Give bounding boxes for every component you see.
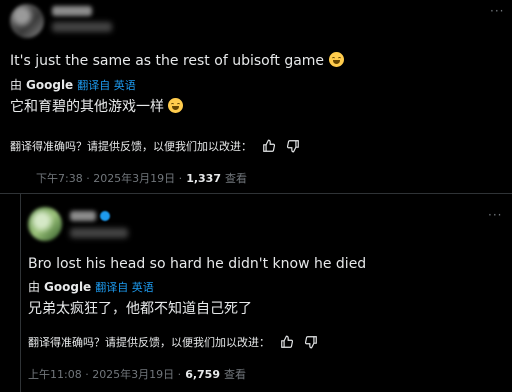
author-handle-redacted (70, 228, 128, 238)
timestamp[interactable]: 下午7:38 · 2025年3月19日 · (36, 170, 182, 186)
more-icon[interactable]: ··· (490, 4, 504, 18)
view-count: 1,337 (186, 171, 221, 185)
thumbs-down-icon[interactable] (286, 139, 300, 153)
post-text-content: It's just the same as the rest of ubisof… (10, 53, 325, 69)
post-text: It's just the same as the rest of ubisof… (10, 52, 344, 69)
reply-border (20, 194, 22, 392)
translated-text-content: 兄弟太疯狂了，他都不知道自己死了 (28, 301, 252, 317)
author-name-redacted[interactable] (52, 6, 92, 16)
thumbs-down-icon[interactable] (304, 335, 318, 349)
feedback-prompt: 翻译得准确吗？请提供反馈，以便我们加以改进： (10, 140, 252, 153)
verified-badge-icon (100, 211, 110, 221)
by-label: 由 (28, 280, 41, 294)
author-name-redacted[interactable] (70, 211, 96, 221)
translated-text: 兄弟太疯狂了，他都不知道自己死了 (28, 298, 252, 318)
thumbs-up-icon[interactable] (280, 335, 294, 349)
translation-attribution: 由 Google 翻译自 英语 (28, 278, 154, 295)
post-metadata: 下午7:38 · 2025年3月19日 · 1,337 查看 (36, 170, 247, 186)
translation-attribution: 由 Google 翻译自 英语 (10, 76, 136, 93)
views-label: 查看 (224, 172, 247, 185)
timestamp[interactable]: 上午11:08 · 2025年3月19日 · (28, 366, 181, 382)
translation-feedback: 翻译得准确吗？请提供反馈，以便我们加以改进： (10, 138, 300, 154)
emoji-grinning-icon (168, 98, 184, 113)
feedback-prompt: 翻译得准确吗？请提供反馈，以便我们加以改进： (28, 336, 270, 349)
thumbs-up-icon[interactable] (262, 139, 276, 153)
post-text-content: Bro lost his head so hard he didn't know… (28, 256, 367, 272)
google-logo: Google (44, 279, 92, 294)
divider (0, 193, 512, 194)
more-icon[interactable]: ··· (488, 208, 502, 222)
translated-from-link[interactable]: 翻译自 英语 (77, 77, 136, 93)
avatar[interactable] (10, 4, 44, 38)
view-count: 6,759 (185, 367, 220, 381)
post-metadata: 上午11:08 · 2025年3月19日 · 6,759 查看 (28, 366, 246, 382)
emoji-grinning-icon (328, 52, 344, 67)
by-label: 由 (10, 78, 23, 92)
google-logo: Google (26, 77, 74, 92)
translation-feedback: 翻译得准确吗？请提供反馈，以便我们加以改进： (28, 334, 318, 350)
avatar[interactable] (28, 207, 62, 241)
translated-from-link[interactable]: 翻译自 英语 (95, 279, 154, 295)
views-label: 查看 (223, 368, 246, 381)
translated-text-content: 它和育碧的其他游戏一样 (10, 99, 164, 115)
post-text: Bro lost his head so hard he didn't know… (28, 256, 366, 272)
translated-text: 它和育碧的其他游戏一样 (10, 96, 184, 116)
author-handle-redacted (52, 22, 112, 32)
